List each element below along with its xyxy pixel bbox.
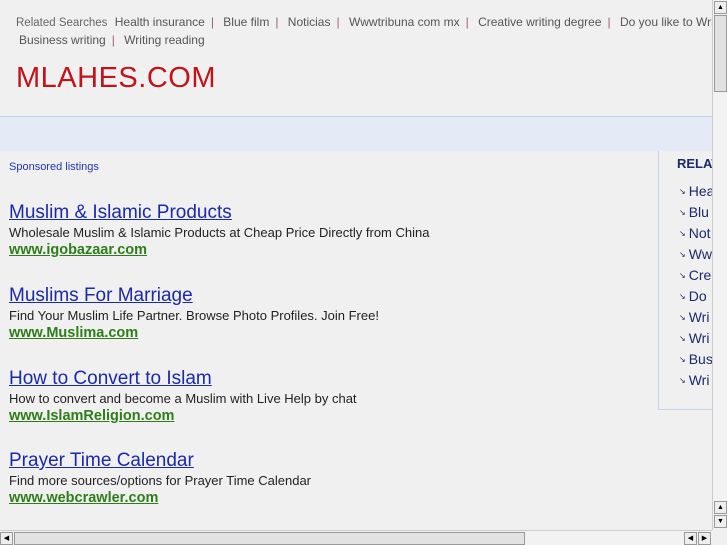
vertical-scroll-thumb[interactable] — [714, 15, 727, 92]
related-link[interactable]: Blue film — [223, 15, 269, 29]
sidebar-link[interactable]: ↘ Wri — [679, 309, 712, 330]
ad-title[interactable]: Prayer Time Calendar — [9, 450, 649, 472]
sponsored-listings-label: Sponsored listings — [9, 161, 99, 173]
ad-description: Wholesale Muslim & Islamic Products at C… — [9, 225, 430, 240]
sidebar-link[interactable]: ↘ Wri — [679, 372, 712, 393]
related-searches-row2: Business writing | Writing reading — [19, 33, 205, 47]
ad-title[interactable]: Muslim & Islamic Products — [9, 202, 649, 224]
sidebar-heading: RELAT — [677, 156, 712, 171]
ad-description: How to convert and become a Muslim with … — [9, 391, 357, 406]
ad-listing: Muslims For Marriage Find Your Muslim Li… — [9, 285, 649, 342]
sidebar-link[interactable]: ↘ Ww — [679, 246, 712, 267]
horizontal-scrollbar[interactable]: ◀ ◀ ▶ — [0, 530, 712, 545]
arrow-icon: ↘ — [679, 313, 686, 322]
arrow-icon: ↘ — [679, 376, 686, 385]
ad-listing: Muslim & Islamic Products Wholesale Musl… — [9, 202, 649, 259]
horizontal-scroll-thumb[interactable] — [14, 532, 525, 545]
scroll-down-arrow-icon[interactable]: ▼ — [714, 515, 727, 528]
ad-description: Find Your Muslim Life Partner. Browse Ph… — [9, 308, 379, 323]
site-logo[interactable]: MLAHES.COM — [16, 62, 216, 95]
scroll-up-arrow-icon[interactable]: ▲ — [714, 1, 727, 14]
related-searches-bar: Related Searches Health insurance | Blue … — [16, 13, 712, 32]
sidebar-link[interactable]: ↘ Do — [679, 288, 712, 309]
ad-title[interactable]: Muslims For Marriage — [9, 285, 649, 307]
ad-title[interactable]: How to Convert to Islam — [9, 368, 649, 390]
sidebar-link[interactable]: ↘ Cre — [679, 267, 712, 288]
scroll-right-arrow-icon[interactable]: ▶ — [698, 532, 711, 545]
arrow-icon: ↘ — [679, 208, 686, 217]
arrow-icon: ↘ — [679, 229, 686, 238]
arrow-icon: ↘ — [679, 187, 686, 196]
header-band — [0, 116, 712, 151]
sidebar-link[interactable]: ↘ Bus — [679, 351, 712, 372]
ad-url[interactable]: www.Muslima.com — [9, 325, 138, 341]
related-link[interactable]: Noticias — [288, 15, 331, 29]
ad-url[interactable]: www.IslamReligion.com — [9, 408, 174, 424]
ad-description: Find more sources/options for Prayer Tim… — [9, 473, 312, 488]
related-link[interactable]: Wwwtribuna com mx — [349, 15, 460, 29]
arrow-icon: ↘ — [679, 355, 686, 364]
arrow-icon: ↘ — [679, 334, 686, 343]
sidebar-link[interactable]: ↘ Not — [679, 225, 712, 246]
ad-url[interactable]: www.igobazaar.com — [9, 242, 147, 258]
related-link[interactable]: Writing reading — [124, 33, 204, 47]
sidebar-link[interactable]: ↘ Blu — [679, 204, 712, 225]
related-searches-label: Related Searches — [16, 17, 108, 29]
related-link[interactable]: Business writing — [19, 33, 106, 47]
sidebar-link[interactable]: ↘ Hea — [679, 183, 712, 204]
related-link[interactable]: Health insurance — [115, 15, 205, 29]
vertical-scrollbar[interactable]: ▲ ▲ ▼ — [712, 0, 727, 530]
related-link[interactable]: Do you like to Write — [620, 15, 712, 29]
ad-listing: How to Convert to Islam How to convert a… — [9, 368, 649, 425]
sidebar-link[interactable]: ↘ Wri — [679, 330, 712, 351]
arrow-icon: ↘ — [679, 271, 686, 280]
related-sidebar: RELAT ↘Hea ↘Blu ↘Not ↘Ww ↘Cre ↘Do ↘Wri ↘… — [658, 151, 712, 410]
ad-url[interactable]: www.webcrawler.com — [9, 490, 158, 506]
related-link[interactable]: Creative writing degree — [478, 15, 601, 29]
scroll-up-arrow-icon[interactable]: ▲ — [714, 501, 727, 514]
scroll-left-arrow-icon[interactable]: ◀ — [0, 532, 13, 545]
scroll-left-arrow-icon[interactable]: ◀ — [684, 532, 697, 545]
ad-listing: Prayer Time Calendar Find more sources/o… — [9, 450, 649, 507]
arrow-icon: ↘ — [679, 292, 686, 301]
arrow-icon: ↘ — [679, 250, 686, 259]
